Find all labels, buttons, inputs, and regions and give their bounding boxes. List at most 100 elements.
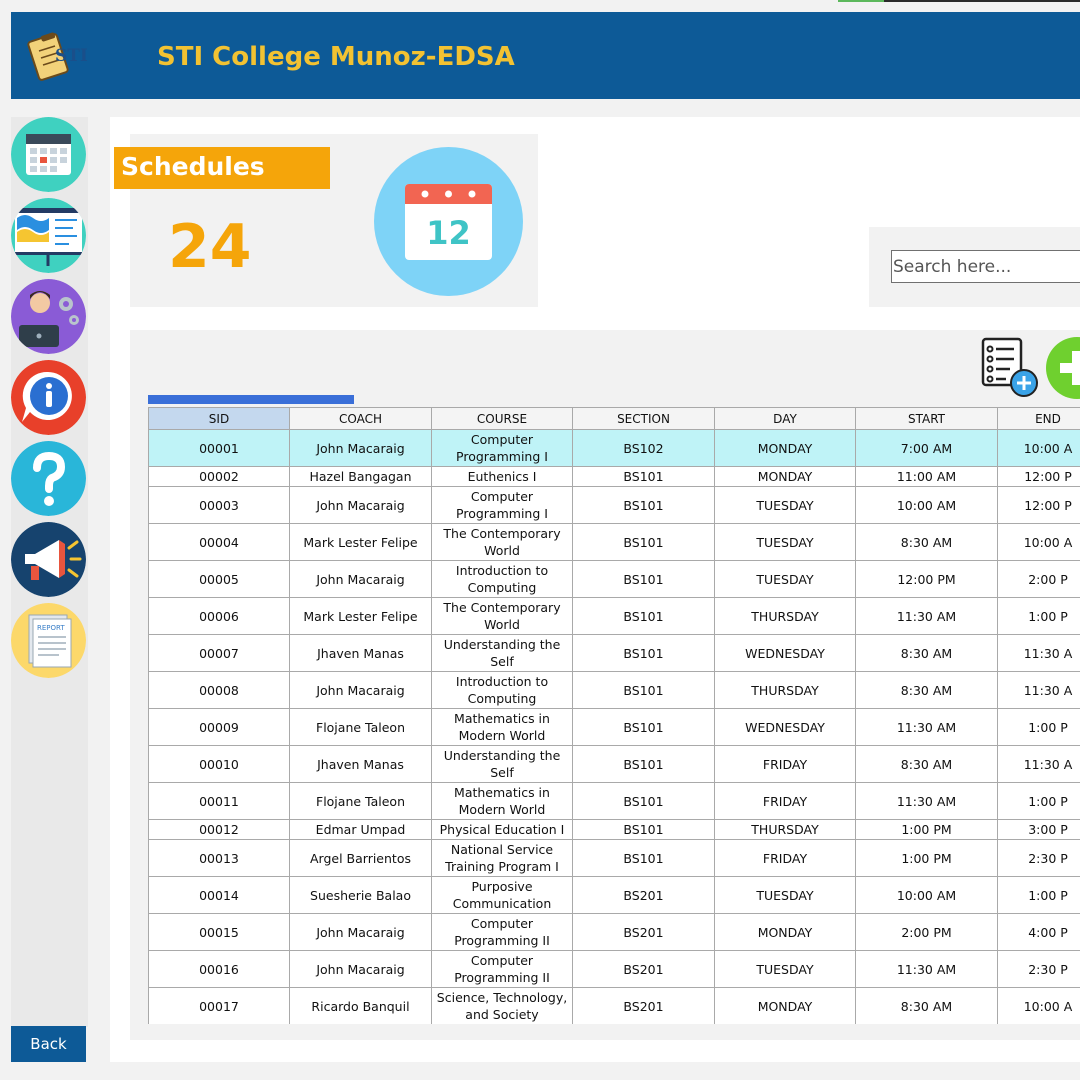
table-row[interactable]: 00012 Edmar Umpad Physical Education I BS10… [148, 819, 1080, 840]
table-row[interactable]: 00013 Argel Barrientos National Service Tr… [148, 839, 1080, 877]
back-button[interactable]: Back [11, 1026, 86, 1062]
column-header[interactable]: COACH [289, 407, 432, 430]
table-cell: 8:30 AM [855, 987, 998, 1024]
table-cell: BS101 [572, 597, 715, 635]
table-cell: 00013 [148, 839, 290, 877]
table-cell: BS201 [572, 913, 715, 951]
table-cell: 00008 [148, 671, 290, 709]
schedules-count: 24 [168, 212, 252, 282]
table-cell: Flojane Taleon [289, 708, 432, 746]
logo: STI [25, 29, 91, 83]
help-question-icon[interactable] [11, 441, 86, 516]
table-row[interactable]: 00010 Jhaven Manas Understanding the Self B… [148, 745, 1080, 783]
add-button[interactable] [1046, 337, 1080, 399]
column-header[interactable]: SID [148, 407, 290, 430]
column-header[interactable]: COURSE [431, 407, 573, 430]
table-cell: 4:00 P [997, 913, 1080, 951]
table-cell: BS101 [572, 486, 715, 524]
table-cell: Physical Education I [431, 819, 573, 840]
column-header[interactable]: DAY [714, 407, 856, 430]
table-cell: WEDNESDAY [714, 708, 856, 746]
table-row[interactable]: 00001 John Macaraig Computer Programming I… [148, 429, 1080, 467]
search-input[interactable] [891, 250, 1080, 283]
table-cell: John Macaraig [289, 429, 432, 467]
table-cell: Mathematics in Modern World [431, 708, 573, 746]
table-row[interactable]: 00006 Mark Lester Felipe The Contemporary … [148, 597, 1080, 635]
table-cell: WEDNESDAY [714, 634, 856, 672]
table-cell: 00007 [148, 634, 290, 672]
schedule-table: SID COACH COURSE SECTION DAY START END 00001 Jo… [148, 407, 1080, 1024]
table-cell: 11:00 AM [855, 466, 998, 487]
table-cell: Computer Programming I [431, 486, 573, 524]
table-cell: 00009 [148, 708, 290, 746]
table-cell: John Macaraig [289, 671, 432, 709]
table-row[interactable]: 00014 Suesherie Balao Purposive Communicat… [148, 876, 1080, 914]
table-cell: BS101 [572, 671, 715, 709]
table-cell: 11:30 AM [855, 597, 998, 635]
table-row[interactable]: 00016 John Macaraig Computer Programming I… [148, 950, 1080, 988]
column-header[interactable]: END [997, 407, 1080, 430]
table-cell: 00002 [148, 466, 290, 487]
table-cell: MONDAY [714, 987, 856, 1024]
table-cell: 00005 [148, 560, 290, 598]
table-cell: Understanding the Self [431, 745, 573, 783]
table-cell: Purposive Communication [431, 876, 573, 914]
table-row[interactable]: 00017 Ricardo Banquil Science, Technology,… [148, 987, 1080, 1024]
table-cell: Hazel Bangagan [289, 466, 432, 487]
info-icon[interactable] [11, 360, 86, 435]
table-cell: FRIDAY [714, 839, 856, 877]
column-header[interactable]: SECTION [572, 407, 715, 430]
table-cell: 11:30 AM [855, 782, 998, 820]
schedule-calendar-icon[interactable] [11, 117, 86, 192]
table-cell: BS101 [572, 560, 715, 598]
table-cell: Mark Lester Felipe [289, 523, 432, 561]
table-row[interactable]: 00007 Jhaven Manas Understanding the Self B… [148, 634, 1080, 672]
table-cell: John Macaraig [289, 913, 432, 951]
table-cell: Jhaven Manas [289, 745, 432, 783]
table-cell: TUESDAY [714, 560, 856, 598]
table-cell: TUESDAY [714, 876, 856, 914]
table-cell: The Contemporary World [431, 523, 573, 561]
table-cell: Mark Lester Felipe [289, 597, 432, 635]
table-cell: BS101 [572, 708, 715, 746]
table-cell: Computer Programming II [431, 950, 573, 988]
table-row[interactable]: 00005 John Macaraig Introduction to Comput… [148, 560, 1080, 598]
table-cell: 1:00 P [997, 876, 1080, 914]
table-row[interactable]: 00002 Hazel Bangagan Euthenics I BS101 MONDA… [148, 466, 1080, 487]
table-row[interactable]: 00003 John Macaraig Computer Programming I… [148, 486, 1080, 524]
add-schedule-list-icon[interactable] [980, 337, 1040, 399]
top-strip [838, 0, 1080, 2]
table-cell: Computer Programming II [431, 913, 573, 951]
table-cell: Argel Barrientos [289, 839, 432, 877]
calendar-icon: 12 [374, 147, 523, 296]
analytics-board-icon[interactable] [11, 198, 86, 273]
table-cell: 00001 [148, 429, 290, 467]
table-row[interactable]: 00009 Flojane Taleon Mathematics in Modern… [148, 708, 1080, 746]
table-row[interactable]: 00008 John Macaraig Introduction to Comput… [148, 671, 1080, 709]
table-cell: 1:00 PM [855, 839, 998, 877]
table-cell: 11:30 A [997, 745, 1080, 783]
sidebar: REPORT [11, 117, 88, 1027]
table-cell: 8:30 AM [855, 745, 998, 783]
table-cell: 8:30 AM [855, 671, 998, 709]
admin-settings-icon[interactable] [11, 279, 86, 354]
announcement-megaphone-icon[interactable] [11, 522, 86, 597]
table-cell: 00015 [148, 913, 290, 951]
table-cell: BS101 [572, 523, 715, 561]
column-header[interactable]: START [855, 407, 998, 430]
table-row[interactable]: 00011 Flojane Taleon Mathematics in Modern… [148, 782, 1080, 820]
table-cell: BS201 [572, 876, 715, 914]
table-cell: BS101 [572, 745, 715, 783]
table-cell: Flojane Taleon [289, 782, 432, 820]
table-cell: 12:00 PM [855, 560, 998, 598]
table-row[interactable]: 00015 John Macaraig Computer Programming I… [148, 913, 1080, 951]
table-cell: 00012 [148, 819, 290, 840]
table-row[interactable]: 00004 Mark Lester Felipe The Contemporary … [148, 523, 1080, 561]
table-cell: THURSDAY [714, 671, 856, 709]
table-cell: 11:30 A [997, 671, 1080, 709]
table-cell: 00003 [148, 486, 290, 524]
table-cell: 11:30 AM [855, 950, 998, 988]
svg-text:12: 12 [426, 214, 471, 252]
table-cell: 00014 [148, 876, 290, 914]
report-document-icon[interactable]: REPORT [11, 603, 86, 678]
